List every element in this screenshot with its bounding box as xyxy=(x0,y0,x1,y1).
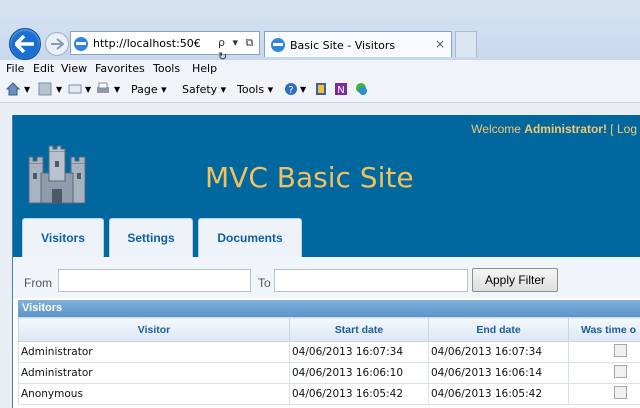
print-dropdown-icon[interactable]: ▼ xyxy=(114,85,120,94)
table-row[interactable]: Administrator 04/06/2013 16:07:34 04/06/… xyxy=(18,341,640,363)
visitors-table: Visitor Start date End date Was time o A… xyxy=(18,317,640,405)
tools-menu[interactable]: Tools ▾ xyxy=(237,83,273,96)
mail-dropdown-icon[interactable]: ▼ xyxy=(85,85,91,94)
feeds-icon[interactable] xyxy=(38,82,52,96)
browser-tab[interactable]: Basic Site - Visitors × xyxy=(264,31,452,57)
checkbox[interactable] xyxy=(614,344,627,357)
apply-filter-button[interactable]: Apply Filter xyxy=(472,268,558,292)
menu-bar: File Edit View Favorites Tools Help xyxy=(0,60,640,77)
command-bar: ▼ ▼ ▼ ▼ Page ▾ Safety ▾ Tools ▾ ? ▼ N xyxy=(0,77,640,103)
forward-button[interactable] xyxy=(45,32,69,56)
user-name: Administrator! xyxy=(524,122,607,136)
from-label: From xyxy=(24,276,52,290)
start-date-cell: 04/06/2013 16:05:42 xyxy=(289,383,429,405)
col-end-date[interactable]: End date xyxy=(428,317,569,342)
menu-view[interactable]: View xyxy=(61,62,87,75)
visitors-grid: Visitors Visitor Start date End date Was… xyxy=(18,300,640,405)
checkbox[interactable] xyxy=(614,386,627,399)
web-page: Welcome Administrator! [ Log MVC Basic S… xyxy=(12,115,640,408)
menu-favorites[interactable]: Favorites xyxy=(95,62,145,75)
table-row[interactable]: Anonymous 04/06/2013 16:05:42 04/06/2013… xyxy=(18,383,640,405)
end-date-cell: 04/06/2013 16:05:42 xyxy=(428,383,569,405)
home-icon[interactable] xyxy=(6,82,20,96)
tab-title: Basic Site - Visitors xyxy=(290,39,396,52)
end-date-cell: 04/06/2013 16:07:34 xyxy=(428,341,569,363)
back-button[interactable] xyxy=(9,28,41,60)
filter-bar: From To Apply Filter xyxy=(13,257,640,298)
svg-text:N: N xyxy=(337,85,344,96)
visitor-cell: Administrator xyxy=(18,362,290,384)
site-title: MVC Basic Site xyxy=(205,161,414,194)
safety-menu[interactable]: Safety ▾ xyxy=(182,83,226,96)
site-header: Welcome Administrator! [ Log MVC Basic S… xyxy=(13,115,640,257)
logoff-link[interactable]: [ Log xyxy=(607,122,637,136)
feeds-dropdown-icon[interactable]: ▼ xyxy=(56,85,62,94)
tab-settings[interactable]: Settings xyxy=(109,218,193,257)
from-date-input[interactable] xyxy=(58,269,251,292)
research-icon[interactable] xyxy=(314,82,328,96)
new-tab-button[interactable] xyxy=(455,31,477,57)
messenger-icon[interactable] xyxy=(354,82,368,96)
to-date-input[interactable] xyxy=(274,269,468,292)
welcome-text: Welcome Administrator! [ Log xyxy=(471,122,637,136)
col-start-date[interactable]: Start date xyxy=(289,317,429,342)
menu-tools[interactable]: Tools xyxy=(153,62,180,75)
tab-documents[interactable]: Documents xyxy=(198,218,302,257)
help-icon[interactable]: ? xyxy=(284,82,298,96)
col-was-time[interactable]: Was time o xyxy=(568,317,640,342)
url-text: http://localhost:50€ xyxy=(93,37,201,50)
checkbox[interactable] xyxy=(614,365,627,378)
table-header-row: Visitor Start date End date Was time o xyxy=(18,317,640,342)
mail-icon[interactable] xyxy=(68,82,82,96)
visitor-cell: Anonymous xyxy=(18,383,290,405)
tab-visitors[interactable]: Visitors xyxy=(22,218,104,257)
castle-logo-icon xyxy=(28,145,86,204)
onenote-icon[interactable]: N xyxy=(334,82,348,96)
print-icon[interactable] xyxy=(96,82,110,96)
end-date-cell: 04/06/2013 16:06:14 xyxy=(428,362,569,384)
start-date-cell: 04/06/2013 16:07:34 xyxy=(289,341,429,363)
menu-edit[interactable]: Edit xyxy=(33,62,54,75)
ie-icon xyxy=(74,37,88,51)
start-date-cell: 04/06/2013 16:06:10 xyxy=(289,362,429,384)
help-dropdown-icon[interactable]: ▼ xyxy=(300,85,306,94)
ie-icon xyxy=(271,38,285,52)
visitor-cell: Administrator xyxy=(18,341,290,363)
table-row[interactable]: Administrator 04/06/2013 16:06:10 04/06/… xyxy=(18,362,640,384)
address-bar[interactable]: http://localhost:50€ ρ ▾ ⧉ ↻ xyxy=(70,31,260,63)
forward-arrow-icon xyxy=(51,38,64,50)
page-menu[interactable]: Page ▾ xyxy=(131,83,167,96)
back-arrow-icon xyxy=(15,35,34,53)
menu-file[interactable]: File xyxy=(6,62,24,75)
svg-text:?: ? xyxy=(288,85,293,96)
grid-caption: Visitors xyxy=(18,300,640,317)
home-dropdown-icon[interactable]: ▼ xyxy=(24,85,30,94)
to-label: To xyxy=(258,276,271,290)
was-time-cell xyxy=(568,383,640,405)
was-time-cell xyxy=(568,341,640,363)
close-tab-icon[interactable]: × xyxy=(435,37,445,51)
menu-help[interactable]: Help xyxy=(192,62,217,75)
col-visitor[interactable]: Visitor xyxy=(18,317,290,342)
was-time-cell xyxy=(568,362,640,384)
address-tools[interactable]: ρ ▾ ⧉ ↻ xyxy=(218,36,259,63)
